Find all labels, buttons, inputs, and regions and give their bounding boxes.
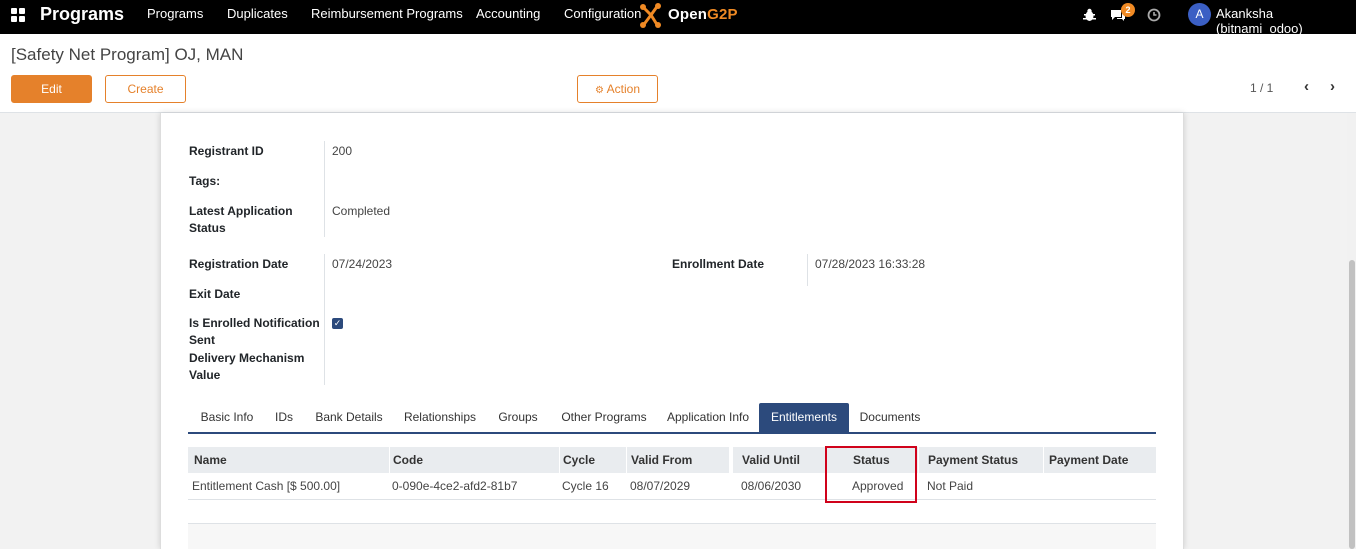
notebook-tabs: Basic Info IDs Bank Details Relationship… [188, 403, 1156, 434]
tab-bank-details[interactable]: Bank Details [305, 403, 393, 433]
menu-duplicates[interactable]: Duplicates [227, 6, 288, 21]
tab-documents[interactable]: Documents [851, 403, 929, 433]
control-panel: [Safety Net Program] OJ, MAN Edit Create… [0, 34, 1356, 113]
user-avatar[interactable]: A [1188, 3, 1211, 26]
user-name[interactable]: Akanksha (bitnami_odoo) [1216, 6, 1356, 36]
registrant-id-label: Registrant ID [189, 144, 264, 158]
column-separator [918, 447, 919, 473]
tab-ids[interactable]: IDs [266, 403, 302, 433]
status-highlight-box [825, 446, 917, 503]
column-header-valid-from[interactable]: Valid From [626, 447, 729, 473]
create-button[interactable]: Create [105, 75, 186, 103]
column-separator [1043, 447, 1044, 473]
logo-text: OpenG2P [668, 6, 738, 23]
column-header-cycle[interactable]: Cycle [558, 447, 626, 473]
activity-clock-icon[interactable] [1147, 8, 1161, 22]
pager-next-icon[interactable]: › [1330, 78, 1335, 95]
field-divider [807, 254, 808, 286]
column-header-payment-date[interactable]: Payment Date [1044, 447, 1156, 473]
apps-menu-icon[interactable] [11, 8, 26, 23]
cell-code: 0-090e-4ce2-afd2-81b7 [392, 479, 518, 493]
registration-date-value: 07/24/2023 [332, 257, 393, 271]
enrollment-date-value: 07/28/2023 16:33:28 [815, 257, 926, 271]
field-divider [324, 141, 325, 237]
form-sheet: Registrant ID 200 Tags: Latest Applicati… [160, 113, 1184, 549]
registration-date-label: Registration Date [189, 257, 289, 271]
openg2p-logo-icon [640, 3, 661, 28]
action-button-label: Action [606, 82, 640, 96]
cell-payment-status: Not Paid [927, 479, 974, 493]
cell-cycle: Cycle 16 [562, 479, 609, 493]
tab-relationships[interactable]: Relationships [395, 403, 485, 433]
tab-application-info[interactable]: Application Info [659, 403, 757, 433]
cell-valid-from: 08/07/2029 [630, 479, 691, 493]
app-title[interactable]: Programs [40, 4, 124, 25]
row-divider [188, 499, 1156, 500]
cell-valid-until: 08/06/2030 [741, 479, 802, 493]
tags-label: Tags: [189, 174, 221, 188]
column-header-payment-status[interactable]: Payment Status [923, 447, 1043, 473]
top-navbar: Programs Programs Duplicates Reimburseme… [0, 0, 1356, 36]
latest-application-status-value: Completed [332, 204, 391, 218]
menu-configuration[interactable]: Configuration [564, 6, 641, 21]
cell-name: Entitlement Cash [$ 500.00] [192, 479, 341, 493]
table-footer [188, 524, 1156, 549]
pager-previous-icon[interactable]: ‹ [1304, 78, 1309, 95]
column-header-code[interactable]: Code [388, 447, 558, 473]
gear-icon: ⚙ [595, 85, 604, 96]
is-enrolled-notification-checkbox[interactable]: ✓ [332, 318, 343, 329]
exit-date-label: Exit Date [189, 287, 241, 301]
tab-other-programs[interactable]: Other Programs [551, 403, 657, 433]
edit-button[interactable]: Edit [11, 75, 92, 103]
delivery-mechanism-value-label: Delivery Mechanism Value [189, 351, 305, 382]
menu-reimbursement-programs[interactable]: Reimbursement Programs [311, 6, 463, 21]
registrant-id-value: 200 [332, 144, 353, 158]
column-header-valid-until[interactable]: Valid Until [737, 447, 827, 473]
column-header-name[interactable]: Name [189, 447, 389, 473]
scrollbar-thumb[interactable] [1349, 260, 1355, 549]
enrollment-date-label: Enrollment Date [672, 257, 765, 271]
menu-accounting[interactable]: Accounting [476, 6, 540, 21]
messages-count-badge: 2 [1121, 3, 1135, 17]
cell-payment-date [1044, 473, 1156, 499]
column-separator [626, 447, 627, 473]
action-button[interactable]: ⚙ Action [577, 75, 658, 103]
debug-bug-icon[interactable] [1083, 8, 1096, 22]
is-enrolled-notification-sent-label: Is Enrolled Notification Sent [189, 316, 320, 347]
column-separator [559, 447, 560, 473]
tab-groups[interactable]: Groups [487, 403, 549, 433]
latest-application-status-label: Latest Application Status [189, 204, 293, 235]
breadcrumb: [Safety Net Program] OJ, MAN [11, 45, 244, 64]
field-divider [324, 254, 325, 385]
menu-programs[interactable]: Programs [147, 6, 203, 21]
column-separator [389, 447, 390, 473]
pager-value[interactable]: 1 / 1 [1250, 81, 1273, 95]
tab-basic-info[interactable]: Basic Info [190, 403, 264, 433]
tab-entitlements[interactable]: Entitlements [759, 403, 849, 433]
